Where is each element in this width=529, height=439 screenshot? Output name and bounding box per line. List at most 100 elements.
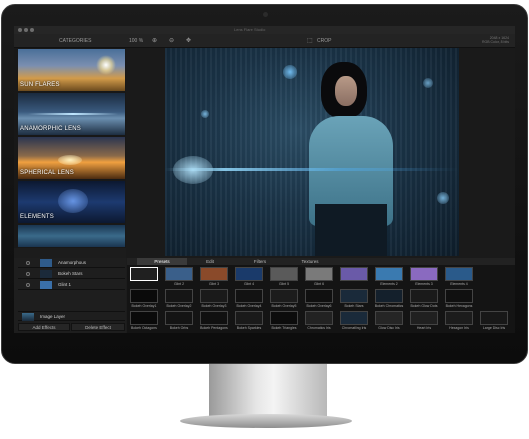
tab-textures[interactable]: Textures (285, 258, 335, 265)
layer-row[interactable]: Anamorphous (18, 258, 125, 268)
monitor-base (180, 414, 352, 428)
category-label: SUN FLARES (20, 82, 60, 88)
category-elements[interactable]: ELEMENTS (18, 181, 125, 223)
preset-thumbnail[interactable] (165, 311, 193, 325)
layer-row[interactable]: Glint 1 (18, 280, 125, 290)
preset-thumbnail[interactable] (340, 289, 368, 303)
elements-glow (58, 189, 88, 213)
preset-label: Bokeh Overlay2 (166, 304, 192, 308)
tab-presets[interactable]: Presets (137, 258, 187, 265)
title-bar: Lens Flare Studio (14, 26, 515, 34)
crop-button[interactable]: CROP (317, 38, 331, 44)
move-icon[interactable]: ✥ (186, 37, 191, 44)
bokeh-orb (423, 78, 433, 88)
preset-label: Elements 3 (415, 282, 433, 286)
preset-thumbnail[interactable] (445, 289, 473, 303)
preset-thumbnail[interactable] (130, 289, 158, 303)
preset-thumbnail[interactable] (130, 267, 158, 281)
preset-thumbnail[interactable] (235, 289, 263, 303)
visibility-icon[interactable] (26, 272, 30, 276)
preset-label: Glint 6 (313, 282, 325, 286)
preset-label: Bokeh Overlay4 (236, 304, 262, 308)
category-spherical-lens[interactable]: SPHERICAL LENS (18, 137, 125, 179)
preset-label: Glint 5 (278, 282, 290, 286)
image-color-mode: RGB Color, 8 bits (481, 40, 509, 44)
preset-label: Elements 4 (450, 282, 468, 286)
category-label: ANAMORPHIC LENS (20, 126, 82, 132)
delete-effect-button[interactable]: Delete Effect (71, 323, 125, 331)
preset-thumbnail[interactable] (375, 267, 403, 281)
preset-thumbnail[interactable] (165, 267, 193, 281)
preset-thumbnail[interactable] (375, 311, 403, 325)
preset-label: Glow Disc Iris (378, 326, 400, 330)
layer-thumbnail (40, 259, 52, 267)
add-effects-button[interactable]: Add Effects (18, 323, 70, 331)
preset-label: Bokeh Pentagons (200, 326, 228, 330)
preset-label: Bokeh Overlay3 (201, 304, 227, 308)
preset-thumbnail[interactable] (375, 289, 403, 303)
preset-thumbnail[interactable] (270, 289, 298, 303)
preset-thumbnail[interactable] (445, 311, 473, 325)
presets-panel: Presets Edit Filters Textures Glint 2 Gli… (127, 258, 515, 333)
image-layer-row[interactable]: Image Layer (18, 311, 125, 321)
preset-label: Bokeh Overlay6 (306, 304, 332, 308)
preset-label: Large Disc Iris (482, 326, 506, 330)
preset-thumbnail[interactable] (410, 311, 438, 325)
preset-thumbnail[interactable] (410, 267, 438, 281)
preset-thumbnail[interactable] (305, 267, 333, 281)
zoom-out-icon[interactable]: ⊖ (169, 37, 174, 44)
preset-label: Bokeh Stars (344, 304, 364, 308)
spherical-flare (58, 155, 82, 165)
preset-thumbnail[interactable] (130, 311, 158, 325)
visibility-icon[interactable] (26, 283, 30, 287)
preset-thumbnail[interactable] (165, 289, 193, 303)
subject-jeans (315, 204, 387, 256)
category-label: ELEMENTS (20, 214, 54, 220)
subject-face (335, 76, 357, 106)
preset-thumbnail[interactable] (340, 267, 368, 281)
preset-label: Bokeh Octagons (131, 326, 157, 330)
preset-thumbnail[interactable] (200, 311, 228, 325)
preset-thumbnail[interactable] (305, 289, 333, 303)
preset-thumbnail[interactable] (270, 267, 298, 281)
layer-thumbnail (22, 313, 34, 321)
visibility-icon[interactable] (26, 261, 30, 265)
category-portrait[interactable] (18, 225, 125, 247)
categories-sidebar: SUN FLARES ANAMORPHIC LENS SPHERICAL LEN… (14, 48, 126, 248)
tab-edit[interactable]: Edit (185, 258, 235, 265)
layer-name: Anamorphous (58, 260, 87, 265)
layer-name: Bokeh Stars (58, 271, 83, 276)
preset-thumbnail[interactable] (445, 267, 473, 281)
layers-panel: Anamorphous Bokeh Stars Glint 1 Image La… (14, 258, 126, 333)
preset-label: Bokeh Orbs (169, 326, 189, 330)
preset-thumbnail[interactable] (410, 289, 438, 303)
minimize-window-button[interactable] (24, 28, 28, 32)
preset-label: Bokeh Glow Dots (410, 304, 438, 308)
zoom-in-icon[interactable]: ⊕ (152, 37, 157, 44)
zoom-window-button[interactable] (30, 28, 34, 32)
preset-label: Bokeh Chromatics (374, 304, 404, 308)
toolbar: CATEGORIES 100 % ⊕ ⊖ ✥ ⬚ CROP 2048 x 162… (14, 34, 515, 48)
photo-preview[interactable] (165, 48, 459, 256)
preset-thumbnail[interactable] (340, 311, 368, 325)
preset-thumbnail[interactable] (200, 267, 228, 281)
layer-thumbnail (40, 270, 52, 278)
preset-thumbnail[interactable] (305, 311, 333, 325)
tab-filters[interactable]: Filters (235, 258, 285, 265)
anamorphic-streak (28, 113, 118, 115)
category-anamorphic-lens[interactable]: ANAMORPHIC LENS (18, 93, 125, 135)
preset-thumbnail[interactable] (270, 311, 298, 325)
preset-thumbnail[interactable] (200, 289, 228, 303)
preset-thumbnail[interactable] (235, 311, 263, 325)
layer-thumbnail (40, 281, 52, 289)
preset-label: Bokeh Overlay1 (131, 304, 157, 308)
category-sun-flares[interactable]: SUN FLARES (18, 49, 125, 91)
preset-thumbnail[interactable] (480, 311, 508, 325)
preset-label: Bokeh Hexagons (445, 304, 473, 308)
crop-icon[interactable]: ⬚ (307, 37, 313, 44)
layer-row[interactable]: Bokeh Stars (18, 269, 125, 279)
close-window-button[interactable] (18, 28, 22, 32)
preset-thumbnail[interactable] (235, 267, 263, 281)
webcam-icon (263, 12, 268, 17)
monitor-stand (209, 364, 327, 418)
